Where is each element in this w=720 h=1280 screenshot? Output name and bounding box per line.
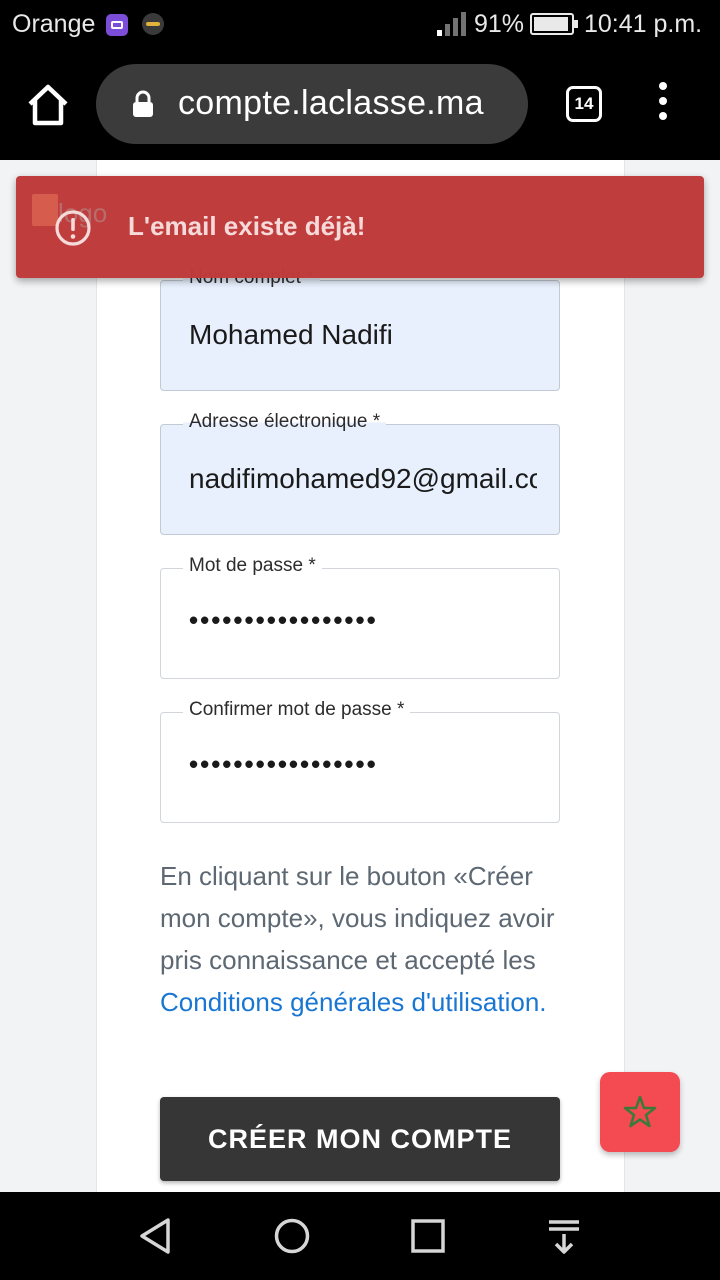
confirm-password-label: Confirmer mot de passe * bbox=[183, 699, 411, 721]
alert-circle-icon bbox=[54, 209, 92, 247]
url-text: compte.laclasse.ma bbox=[178, 84, 484, 122]
battery-percent: 91% bbox=[474, 10, 525, 38]
tabs-icon[interactable]: 14 bbox=[566, 86, 602, 122]
confirm-password-field[interactable]: Confirmer mot de passe * •••••••••••••••… bbox=[160, 699, 560, 823]
status-bar: Orange 91% 10:41 p.m. bbox=[0, 0, 720, 52]
fab-button[interactable] bbox=[600, 1072, 680, 1152]
recents-icon[interactable] bbox=[408, 1216, 448, 1256]
page-content: Nom complet * Mohamed Nadifi Adresse éle… bbox=[0, 160, 720, 1192]
error-toast[interactable]: logo L'email existe déjà! bbox=[16, 176, 704, 278]
clock: 10:41 p.m. bbox=[584, 10, 703, 38]
more-vert-icon[interactable] bbox=[648, 82, 678, 122]
carrier-name: Orange bbox=[12, 10, 96, 38]
back-icon[interactable] bbox=[136, 1216, 176, 1256]
home-icon[interactable] bbox=[24, 82, 72, 128]
terms-link[interactable]: Conditions générales d'utilisation. bbox=[160, 987, 547, 1017]
notifications-down-icon[interactable] bbox=[544, 1216, 584, 1256]
toast-message: L'email existe déjà! bbox=[128, 211, 366, 241]
create-account-button[interactable]: CRÉER MON COMPTE bbox=[160, 1097, 560, 1181]
android-nav-bar bbox=[0, 1192, 720, 1280]
password-field[interactable]: Mot de passe * ••••••••••••••••• bbox=[160, 555, 560, 679]
full-name-value: Mohamed Nadifi bbox=[189, 319, 393, 350]
battery-icon bbox=[530, 13, 578, 35]
password-label: Mot de passe * bbox=[183, 555, 322, 577]
lock-icon bbox=[132, 90, 154, 118]
signal-icon bbox=[437, 12, 467, 36]
keyboard-app-icon bbox=[106, 14, 128, 36]
terms-body: En cliquant sur le bouton «Créer mon com… bbox=[160, 861, 555, 975]
password-value: ••••••••••••••••• bbox=[189, 605, 378, 635]
star-icon bbox=[623, 1095, 657, 1128]
full-name-field[interactable]: Nom complet * Mohamed Nadifi bbox=[160, 267, 560, 391]
confirm-password-value: ••••••••••••••••• bbox=[189, 749, 378, 779]
address-bar[interactable]: compte.laclasse.ma bbox=[96, 64, 528, 144]
email-value: nadifimohamed92@gmail.com bbox=[189, 463, 537, 494]
game-app-icon bbox=[142, 13, 164, 35]
email-field[interactable]: Adresse électronique * nadifimohamed92@g… bbox=[160, 411, 560, 535]
home-circle-icon[interactable] bbox=[272, 1216, 312, 1256]
email-label: Adresse électronique * bbox=[183, 411, 387, 433]
browser-toolbar: compte.laclasse.ma 14 bbox=[0, 52, 720, 160]
terms-text: En cliquant sur le bouton «Créer mon com… bbox=[160, 855, 570, 1023]
